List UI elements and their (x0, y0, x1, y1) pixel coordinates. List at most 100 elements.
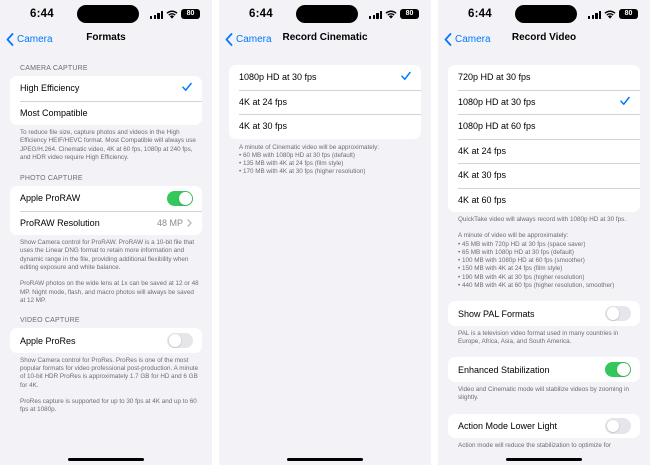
section-header-camera-capture: CAMERA CAPTURE (20, 65, 88, 72)
option-4k-24[interactable]: 4K at 24 fps (448, 138, 640, 164)
nav-bar: Camera Formats (0, 28, 212, 50)
formats-screen: 6:44 80 Camera Formats CAMERA CAPTURE Hi… (0, 0, 212, 465)
stabilization-label: Enhanced Stabilization (458, 364, 550, 375)
status-time: 6:44 (249, 8, 273, 20)
option-4k-30[interactable]: 4K at 30 fps (448, 163, 640, 188)
photo-capture-footer: Show Camera control for ProRAW. ProRAW i… (0, 235, 212, 305)
camera-capture-footer: To reduce file size, capture photos and … (0, 125, 212, 162)
resolution-value-text: 48 MP (156, 217, 183, 228)
option-label: 4K at 60 fps (458, 194, 507, 205)
option-1080p-30[interactable]: 1080p HD at 30 fps (229, 65, 421, 90)
option-label: 4K at 30 fps (239, 121, 288, 132)
stabilization-footer: Video and Cinematic mode will stabilize … (438, 382, 650, 403)
option-label: 4K at 24 fps (239, 96, 288, 107)
apple-prores-row: Apple ProRes (10, 328, 202, 353)
footer-text: To reduce file size, capture photos and … (20, 129, 196, 161)
footer-line: • 65 MB with 1080p HD at 30 fps (default… (458, 248, 574, 256)
home-indicator[interactable] (68, 457, 144, 461)
cellular-signal-icon (588, 11, 602, 19)
option-label: 4K at 24 fps (458, 145, 507, 156)
pal-toggle[interactable] (605, 305, 631, 322)
wifi-icon (385, 10, 397, 19)
option-label: 1080p HD at 30 fps (458, 96, 536, 107)
status-bar: 6:44 80 (0, 0, 212, 28)
dynamic-island (77, 5, 139, 23)
checkmark-icon (620, 96, 630, 105)
video-size-footer: QuickTake video will always record with … (438, 212, 650, 290)
option-most-compatible[interactable]: Most Compatible (10, 100, 202, 126)
footer-line: • 60 MB with 1080p HD at 30 fps (default… (239, 151, 355, 159)
camera-capture-group: High Efficiency Most Compatible (10, 76, 202, 125)
footer-line: • 170 MB with 4K at 30 fps (higher resol… (239, 168, 366, 176)
footer-line: • 150 MB with 4K at 24 fps (film style) (458, 265, 563, 273)
record-cinematic-screen: 6:44 80 Camera Record Cinematic 1080p HD… (219, 0, 431, 465)
footer-text: PAL is a television video format used in… (458, 329, 619, 346)
dynamic-island (296, 5, 358, 23)
cinematic-size-footer: A minute of Cinematic video will be appr… (219, 139, 431, 177)
option-4k-24[interactable]: 4K at 24 fps (229, 89, 421, 115)
size-list: A minute of video will be approximately:… (458, 232, 638, 290)
nav-bar: Camera Record Video (438, 28, 650, 50)
toggle-knob (168, 334, 181, 347)
section-header-photo-capture: PHOTO CAPTURE (20, 175, 83, 183)
prores-toggle[interactable] (167, 332, 193, 349)
prores-label: Apple ProRes (20, 335, 76, 346)
action-mode-row: Action Mode Lower Light (448, 414, 640, 439)
stabilization-toggle[interactable] (605, 361, 631, 378)
formats-content: CAMERA CAPTURE High Efficiency Most Comp… (0, 65, 212, 415)
footer-text: ProRAW photos on the wide lens at 1x can… (20, 280, 199, 304)
footer-text: Show Camera control for ProRes. ProRes i… (20, 356, 199, 389)
nav-bar: Camera Record Cinematic (219, 28, 431, 50)
cellular-signal-icon (369, 11, 383, 19)
option-label: 4K at 30 fps (458, 170, 507, 181)
pal-footer: PAL is a television video format used in… (438, 326, 650, 347)
proraw-label: Apple ProRAW (20, 193, 81, 204)
action-mode-group: Action Mode Lower Light (448, 413, 640, 439)
resolution-value: 48 MP (157, 211, 192, 236)
option-4k-30[interactable]: 4K at 30 fps (229, 114, 421, 139)
footer-line: • 190 MB with 4K at 30 fps (higher resol… (458, 273, 585, 281)
resolution-label: ProRAW Resolution (20, 217, 100, 228)
option-label: 1080p HD at 30 fps (239, 72, 317, 83)
page-title: Record Cinematic (282, 32, 368, 43)
chevron-right-icon (187, 219, 192, 227)
option-label: Most Compatible (20, 107, 88, 118)
video-options-group: 720p HD at 30 fps 1080p HD at 30 fps 108… (448, 65, 640, 212)
toggle-knob (606, 307, 619, 320)
toggle-knob (617, 363, 630, 376)
battery-icon: 80 (181, 9, 200, 19)
footer-line: • 45 MB with 720p HD at 30 fps (space sa… (458, 240, 586, 248)
wifi-icon (604, 10, 616, 19)
action-mode-toggle[interactable] (605, 418, 631, 434)
option-1080p-60[interactable]: 1080p HD at 60 fps (448, 114, 640, 139)
status-bar: 6:44 80 (219, 0, 431, 28)
home-indicator[interactable] (287, 457, 363, 461)
proraw-toggle[interactable] (167, 190, 193, 207)
pal-label: Show PAL Formats (458, 308, 535, 319)
home-indicator[interactable] (506, 457, 582, 461)
battery-icon: 80 (619, 9, 638, 19)
footer-line: • 440 MB with 4K at 60 fps (higher resol… (458, 282, 615, 290)
cellular-signal-icon (150, 11, 164, 19)
option-4k-60[interactable]: 4K at 60 fps (448, 187, 640, 213)
status-time: 6:44 (468, 8, 492, 20)
footer-text: Show Camera control for ProRAW. ProRAW i… (20, 239, 195, 272)
footer-line: A minute of video will be approximately: (458, 232, 569, 240)
proraw-resolution-row[interactable]: ProRAW Resolution 48 MP (10, 210, 202, 236)
option-720p-30[interactable]: 720p HD at 30 fps (448, 65, 640, 90)
pal-formats-row: Show PAL Formats (448, 301, 640, 326)
quicktake-note: QuickTake video will always record with … (458, 216, 626, 223)
record-cinematic-content: 1080p HD at 30 fps 4K at 24 fps 4K at 30… (219, 65, 431, 177)
action-mode-label: Action Mode Lower Light (458, 420, 558, 431)
enhanced-stabilization-row: Enhanced Stabilization (448, 357, 640, 382)
footer-text: Video and Cinematic mode will stabilize … (458, 385, 630, 402)
footer-line: A minute of Cinematic video will be appr… (239, 143, 379, 151)
dynamic-island (515, 5, 577, 23)
option-high-efficiency[interactable]: High Efficiency (10, 76, 202, 101)
footer-text: ProRes capture is supported for up to 30… (20, 397, 197, 414)
video-capture-group: Apple ProRes (10, 328, 202, 353)
wifi-icon (166, 10, 178, 19)
video-capture-footer: Show Camera control for ProRes. ProRes i… (0, 353, 212, 415)
stabilization-group: Enhanced Stabilization (448, 357, 640, 382)
option-1080p-30[interactable]: 1080p HD at 30 fps (448, 89, 640, 115)
